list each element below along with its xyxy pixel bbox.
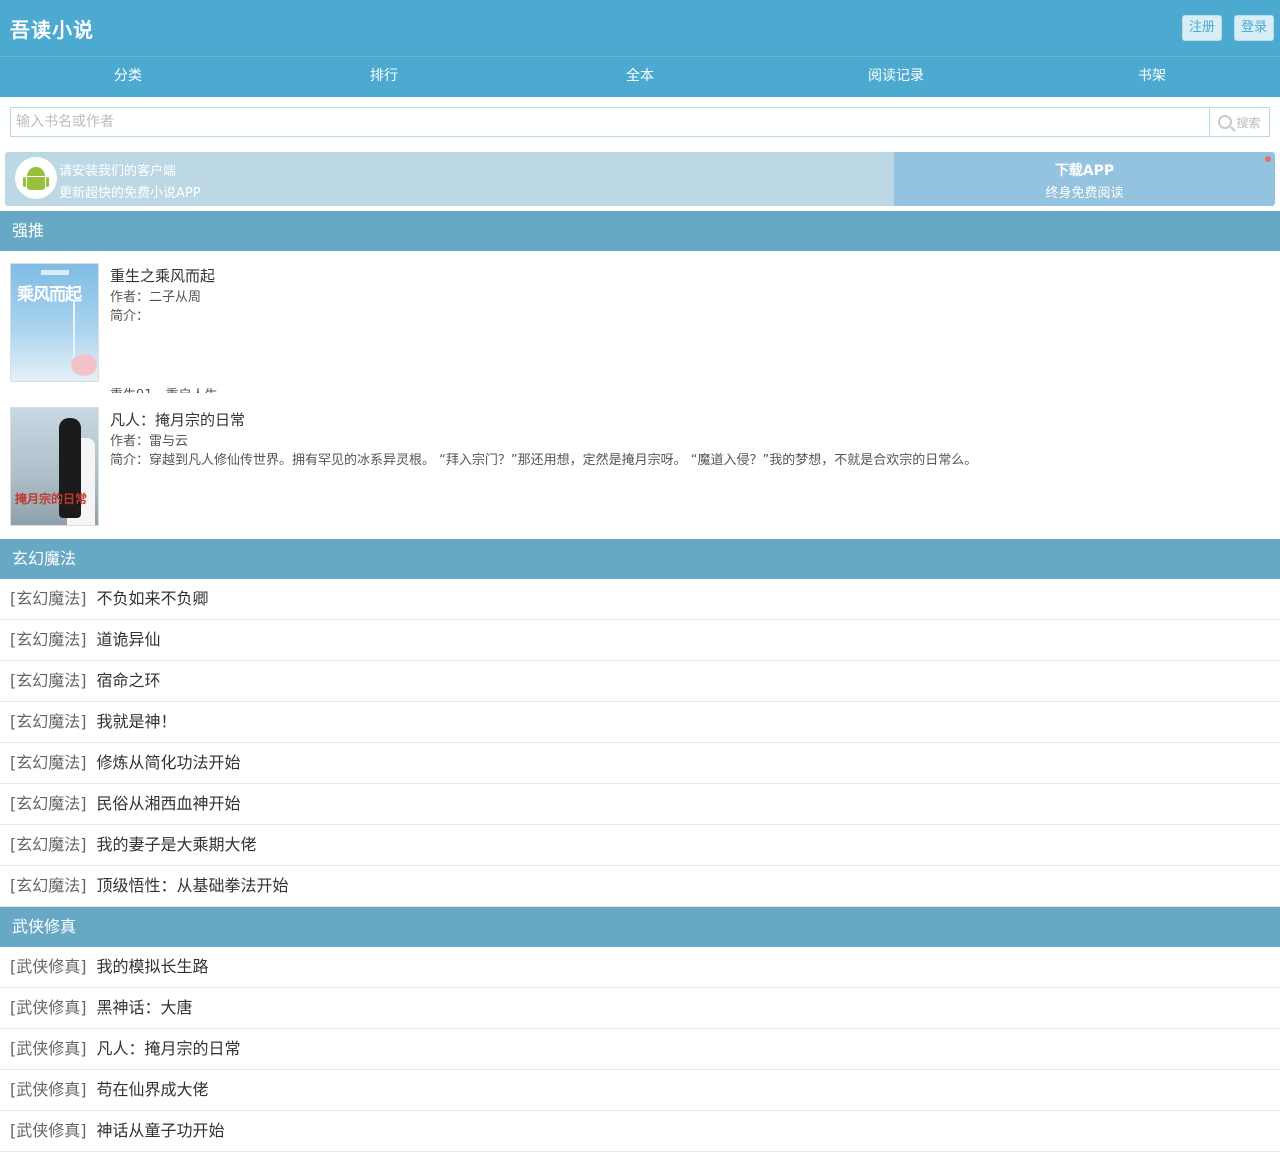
book-author: 作者：二子从周 <box>110 290 202 305</box>
search-input[interactable] <box>11 108 1209 136</box>
nav-item-bookshelf[interactable]: 书架 <box>1024 57 1280 97</box>
list-item-title[interactable]: 宿命之环 <box>97 671 161 690</box>
search-bar: 搜索 <box>10 107 1270 137</box>
list-item[interactable]: [玄幻魔法] 顶级悟性：从基础拳法开始 <box>0 866 1280 907</box>
xuanhuan-list: [玄幻魔法] 不负如来不负卿 [玄幻魔法] 道诡异仙 [玄幻魔法] 宿命之环 [玄幻魔… <box>0 579 1280 907</box>
book-intro: 简介： <box>110 309 150 324</box>
search-button[interactable]: 搜索 <box>1209 108 1269 136</box>
list-item[interactable]: [玄幻魔法] 我的妻子是大乘期大佬 <box>0 825 1280 866</box>
list-item-category[interactable]: [玄幻魔法] <box>10 794 87 813</box>
list-item-title[interactable]: 我的妻子是大乘期大佬 <box>97 835 257 854</box>
section-heading-featured: 强推 <box>0 211 1280 251</box>
list-item-title[interactable]: 修炼从简化功法开始 <box>97 753 241 772</box>
list-item[interactable]: [武侠修真] 我的模拟长生路 <box>0 947 1280 988</box>
login-button[interactable]: 登录 <box>1234 15 1274 41</box>
list-item-category[interactable]: [武侠修真] <box>10 1080 87 1099</box>
featured-book: 乘风而起 重生之乘风而起 作者：二子从周 简介： 重生91，重启人生 <box>0 263 1280 393</box>
list-item-title[interactable]: 黑神话：大唐 <box>97 998 193 1017</box>
list-item-title[interactable]: 我的模拟长生路 <box>97 957 209 976</box>
nav-item-history[interactable]: 阅读记录 <box>768 57 1024 97</box>
list-item[interactable]: [武侠修真] 神话从童子功开始 <box>0 1111 1280 1152</box>
list-item[interactable]: [玄幻魔法] 不负如来不负卿 <box>0 579 1280 620</box>
list-item-category[interactable]: [武侠修真] <box>10 1039 87 1058</box>
list-item-title[interactable]: 神话从童子功开始 <box>97 1121 225 1140</box>
cover-title: 掩月宗的日常 <box>15 492 88 506</box>
book-author: 作者：雷与云 <box>110 434 189 449</box>
list-item-title[interactable]: 不负如来不负卿 <box>97 589 209 608</box>
list-item[interactable]: [玄幻魔法] 道诡异仙 <box>0 620 1280 661</box>
list-item-category[interactable]: [玄幻魔法] <box>10 835 87 854</box>
download-app-button[interactable]: 下载APP 终身免费阅读 <box>894 152 1275 206</box>
featured-book: 掩月宗的日常 凡人：掩月宗的日常 作者：雷与云 简介：穿越到凡人修仙传世界。拥有… <box>0 407 1280 537</box>
cover-title: 乘风而起 <box>17 285 82 305</box>
wuxia-list: [武侠修真] 我的模拟长生路 [武侠修真] 黑神话：大唐 [武侠修真] 凡人：掩月宗的… <box>0 947 1280 1152</box>
list-item-title[interactable]: 民俗从湘西血神开始 <box>97 794 241 813</box>
search-icon <box>1218 115 1233 129</box>
list-item-category[interactable]: [玄幻魔法] <box>10 671 87 690</box>
section-heading-wuxia[interactable]: 武侠修真 <box>0 907 1280 947</box>
featured-section: 强推 <box>0 211 1280 251</box>
android-icon <box>15 157 57 199</box>
list-item-title[interactable]: 我就是神！ <box>97 712 177 731</box>
app-download-banner: 请安装我们的客户端 更新超快的免费小说APP 下载APP 终身免费阅读 <box>5 152 1275 206</box>
list-item-title[interactable]: 凡人：掩月宗的日常 <box>97 1039 241 1058</box>
list-item-title[interactable]: 苟在仙界成大佬 <box>97 1080 209 1099</box>
book-intro: 简介：穿越到凡人修仙传世界。拥有罕见的冰系异灵根。 “拜入宗门？”那还用想，定然… <box>110 453 978 468</box>
download-app-subtitle: 终身免费阅读 <box>1045 186 1124 201</box>
list-item-title[interactable]: 顶级悟性：从基础拳法开始 <box>97 876 289 895</box>
list-item[interactable]: [武侠修真] 凡人：掩月宗的日常 <box>0 1029 1280 1070</box>
section-heading-xuanhuan[interactable]: 玄幻魔法 <box>0 539 1280 579</box>
app-promo-line2: 更新超快的免费小说APP <box>59 186 201 201</box>
register-button[interactable]: 注册 <box>1182 15 1222 41</box>
list-item-category[interactable]: [玄幻魔法] <box>10 876 87 895</box>
list-item[interactable]: [玄幻魔法] 我就是神！ <box>0 702 1280 743</box>
book-title[interactable]: 凡人：掩月宗的日常 <box>110 409 245 430</box>
list-item-category[interactable]: [武侠修真] <box>10 998 87 1017</box>
xuanhuan-section: 玄幻魔法 <box>0 539 1280 579</box>
list-item-title[interactable]: 道诡异仙 <box>97 630 161 649</box>
site-header: 吾读小说 注册 登录 <box>0 0 1280 56</box>
main-nav: 分类 排行 全本 阅读记录 书架 <box>0 56 1280 97</box>
list-item[interactable]: [武侠修真] 苟在仙界成大佬 <box>0 1070 1280 1111</box>
close-dot-icon[interactable] <box>1265 156 1271 162</box>
list-item[interactable]: [玄幻魔法] 民俗从湘西血神开始 <box>0 784 1280 825</box>
site-title[interactable]: 吾读小说 <box>10 14 94 43</box>
book-tags: 重生91，重启人生 <box>110 384 218 393</box>
download-app-title: 下载APP <box>1054 163 1115 179</box>
book-cover[interactable]: 乘风而起 <box>10 263 99 382</box>
list-item-category[interactable]: [武侠修真] <box>10 957 87 976</box>
app-promo-line1: 请安装我们的客户端 <box>59 164 177 179</box>
list-item-category[interactable]: [玄幻魔法] <box>10 753 87 772</box>
list-item[interactable]: [玄幻魔法] 修炼从简化功法开始 <box>0 743 1280 784</box>
wuxia-section: 武侠修真 <box>0 907 1280 947</box>
nav-item-ranking[interactable]: 排行 <box>256 57 512 97</box>
list-item-category[interactable]: [武侠修真] <box>10 1121 87 1140</box>
list-item-category[interactable]: [玄幻魔法] <box>10 630 87 649</box>
book-cover[interactable]: 掩月宗的日常 <box>10 407 99 526</box>
list-item[interactable]: [玄幻魔法] 宿命之环 <box>0 661 1280 702</box>
app-promo: 请安装我们的客户端 更新超快的免费小说APP <box>5 152 894 206</box>
list-item-category[interactable]: [玄幻魔法] <box>10 712 87 731</box>
nav-item-category[interactable]: 分类 <box>0 57 256 97</box>
nav-item-complete[interactable]: 全本 <box>512 57 768 97</box>
list-item-category[interactable]: [玄幻魔法] <box>10 589 87 608</box>
list-item[interactable]: [武侠修真] 黑神话：大唐 <box>0 988 1280 1029</box>
book-title[interactable]: 重生之乘风而起 <box>110 265 215 286</box>
search-button-label: 搜索 <box>1236 115 1261 130</box>
